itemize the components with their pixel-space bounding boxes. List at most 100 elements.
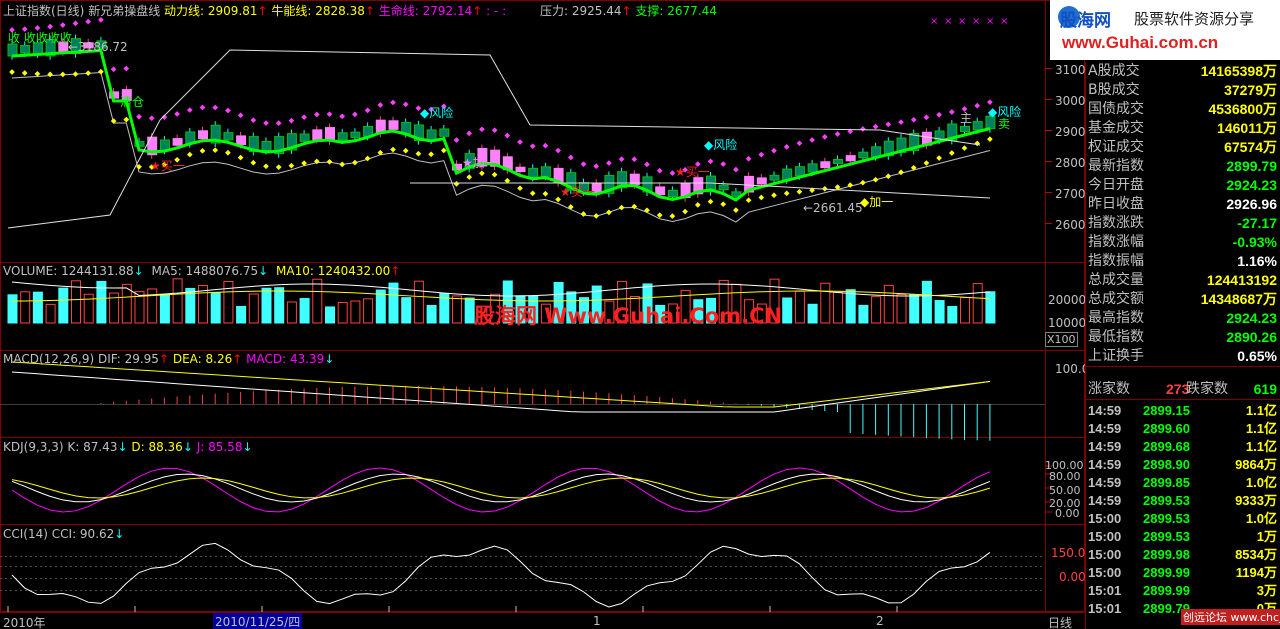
support-dot <box>212 147 219 153</box>
stat-value: 2926.96 <box>1226 196 1277 212</box>
trade-vol: 1.1亿 <box>1245 421 1277 436</box>
support-dot <box>656 212 663 218</box>
volume-tick: 10000 <box>1048 316 1087 330</box>
cci-tick: 150.0 <box>1051 546 1086 560</box>
support-dot <box>263 163 269 170</box>
resistance-dot <box>910 116 917 123</box>
trade-time: 15:00 <box>1088 511 1122 526</box>
stat-row: 基金成交 146011万 <box>1086 119 1280 138</box>
support-dot <box>720 201 727 208</box>
formula-name: 新兄弟操盘线 <box>88 4 161 18</box>
resistance-dot <box>936 111 942 118</box>
j-value: J: 85.58 <box>196 440 243 454</box>
trade-row[interactable]: 14:59 2899.60 1.1亿 <box>1086 420 1280 438</box>
stat-row: 国债成交 4536800万 <box>1086 100 1280 119</box>
support-dot <box>733 207 739 213</box>
stat-row: 最高指数 2924.23 <box>1086 309 1280 328</box>
support-dot <box>860 179 866 186</box>
support-dot <box>974 140 981 147</box>
trade-row[interactable]: 14:59 2899.53 9333万 <box>1086 492 1280 510</box>
resistance-dot <box>186 107 193 113</box>
volume-bar <box>807 303 818 324</box>
resistance-dot <box>834 131 841 137</box>
resistance-dot <box>923 114 930 121</box>
trade-vol: 1.0亿 <box>1245 475 1277 490</box>
cursor-date[interactable]: 2010/11/25/四 <box>213 613 303 629</box>
volume-bar <box>426 304 437 324</box>
support-dot <box>745 197 752 204</box>
cci-header: CCI(14) CCI: 90.62↓ <box>3 527 124 541</box>
buy-one-label: ★买一 <box>675 165 710 179</box>
period-label[interactable]: 日线 <box>1048 614 1072 629</box>
volume-bar <box>20 291 31 324</box>
chart-area[interactable]: 收 收收收收 ←3186.72 清仓 ★买一 ★买一 ★买一 ★加一 ◆加一 ◆风险 ◆风险 ◆风险… <box>0 0 1085 612</box>
resistance-dot <box>174 111 180 117</box>
volume-value: VOLUME: 1244131.88 <box>3 264 134 278</box>
trade-row[interactable]: 14:59 2899.68 1.1亿 <box>1086 438 1280 456</box>
trade-row[interactable]: 14:59 2898.90 9864万 <box>1086 456 1280 474</box>
resistance-dot <box>250 117 257 123</box>
trade-row[interactable]: 15:00 2899.53 1万 <box>1086 528 1280 546</box>
resistance-dot <box>453 137 460 143</box>
trade-row[interactable]: 14:59 2899.15 1.1亿 <box>1086 402 1280 420</box>
date-bar[interactable]: 2010年 2010/11/25/四 1 2 日线 <box>0 612 1085 629</box>
add-one-label: ◆加一 <box>860 195 893 209</box>
trade-price: 2899.99 <box>1143 565 1190 580</box>
support-dot <box>85 70 92 76</box>
trade-row[interactable]: 14:59 2899.85 1.0亿 <box>1086 474 1280 492</box>
candle-body <box>667 189 678 198</box>
year-label: 2010年 <box>3 616 46 629</box>
stat-row: 指数涨跌 -27.17 <box>1086 214 1280 233</box>
trade-row[interactable]: 15:01 2899.99 3万 <box>1086 582 1280 600</box>
zhicheng-value: 支撑: 2677.44 <box>635 4 717 18</box>
stat-label: 指数涨幅 <box>1088 234 1144 250</box>
trade-price: 2899.68 <box>1143 439 1190 454</box>
trade-price: 2899.53 <box>1143 529 1190 544</box>
support-dot <box>618 204 625 211</box>
top-mark: × <box>958 16 966 27</box>
resistance-dot <box>885 121 892 128</box>
divider <box>1086 366 1280 367</box>
watermark: 股海网 Www.Guhai.Com.CN <box>474 304 783 328</box>
up-arrow-icon: ↑ <box>390 264 401 278</box>
shou-label: 收 收收收收 <box>8 31 72 45</box>
support-dot <box>987 136 993 142</box>
volume-bar <box>45 303 56 324</box>
candle-body <box>223 132 234 141</box>
stat-value: 37279万 <box>1224 82 1277 98</box>
support-dot <box>59 71 66 78</box>
dea-value: DEA: 8.26 <box>172 352 233 366</box>
trade-vol: 1.1亿 <box>1245 439 1277 454</box>
ma10-value: MA10: 1240432.00 <box>276 264 391 278</box>
trade-row[interactable]: 15:00 2899.98 8534万 <box>1086 546 1280 564</box>
volume-bar <box>896 294 907 324</box>
candle-body <box>718 184 729 191</box>
candle-body <box>350 131 361 138</box>
stat-label: A股成交 <box>1088 63 1140 79</box>
volume-bar <box>172 278 183 324</box>
trade-row[interactable]: 15:00 2899.99 1194万 <box>1086 564 1280 582</box>
resistance-dot <box>313 111 320 118</box>
candle-body <box>20 45 31 54</box>
stat-row: 总成交量 124413192 <box>1086 271 1280 290</box>
resistance-dot <box>567 154 574 161</box>
volume-bar <box>845 289 856 324</box>
volume-bar <box>236 305 247 324</box>
resistance-dot <box>771 147 777 154</box>
trade-vol: 9333万 <box>1235 493 1277 508</box>
support-dot <box>288 162 295 169</box>
support-dot <box>339 161 346 168</box>
resistance-dot <box>606 160 612 166</box>
stat-row: A股成交 14165398万 <box>1086 62 1280 81</box>
stat-value: 1.16% <box>1237 253 1277 269</box>
candle-body <box>426 129 437 141</box>
candle-body <box>337 132 348 141</box>
resistance-dot <box>974 102 981 109</box>
resistance-dot <box>542 142 549 149</box>
d-line <box>11 477 991 499</box>
volume-bar <box>337 301 348 324</box>
trade-row[interactable]: 15:00 2899.53 1.0亿 <box>1086 510 1280 528</box>
support-dot <box>98 68 104 75</box>
candle-body <box>794 166 805 177</box>
up-arrow-icon: ↑ <box>621 4 632 18</box>
